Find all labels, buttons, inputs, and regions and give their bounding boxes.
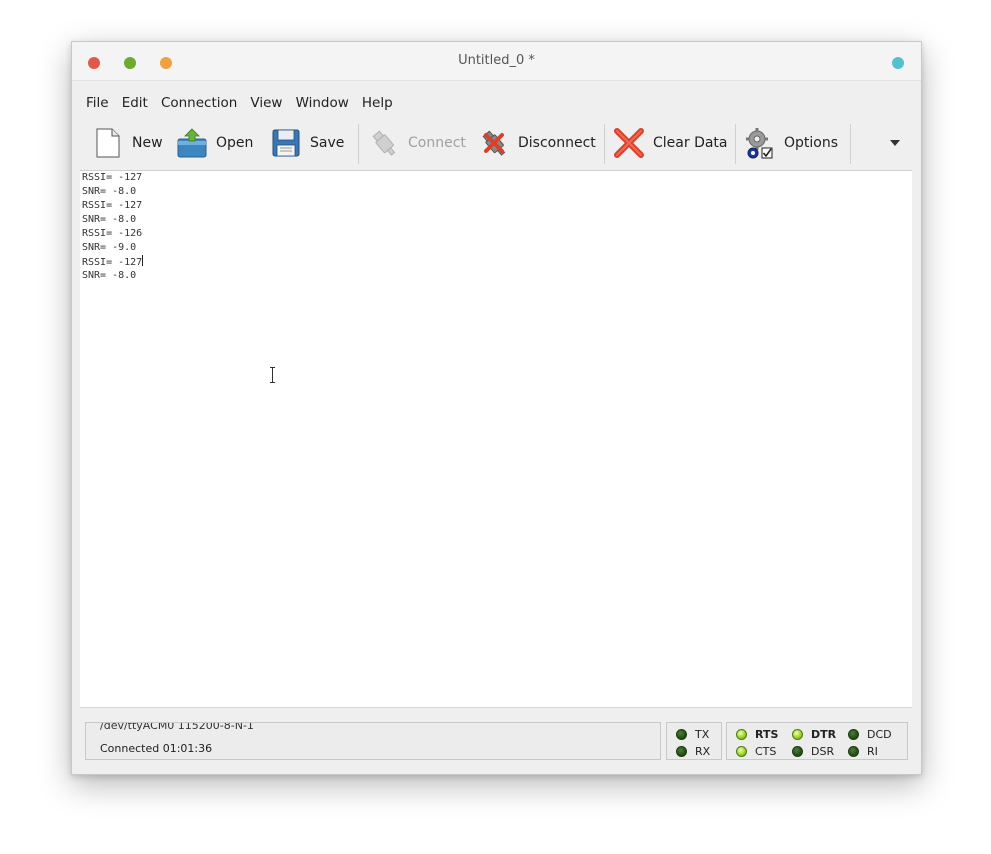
- open-button[interactable]: Open: [176, 123, 253, 163]
- open-button-label: Open: [216, 135, 254, 151]
- port-settings-text: /dev/ttyACM0 115200-8-N-1: [100, 722, 254, 732]
- connect-button[interactable]: Connect: [368, 123, 466, 163]
- ri-label: RI: [867, 744, 878, 758]
- save-button[interactable]: Save: [270, 123, 344, 163]
- dcd-label: DCD: [867, 727, 892, 741]
- rts-label: RTS: [755, 727, 779, 741]
- save-button-label: Save: [310, 135, 345, 151]
- dtr-led-icon: [792, 728, 803, 740]
- new-button-label: New: [132, 135, 163, 151]
- terminal-line: SNR= -8.0: [82, 214, 137, 225]
- rx-indicator: RX: [676, 744, 710, 758]
- clear-x-icon: [613, 127, 645, 159]
- terminal-output[interactable]: RSSI= -127 SNR= -8.0 RSSI= -127 SNR= -8.0 RS…: [80, 170, 912, 708]
- dcd-led-icon: [848, 728, 859, 740]
- rx-label: RX: [695, 744, 711, 758]
- floppy-disk-icon: [270, 127, 302, 159]
- cts-led-icon: [736, 745, 747, 757]
- usb-plug-icon: [368, 127, 400, 159]
- new-button[interactable]: New: [92, 123, 163, 163]
- toolbar: New Open Save Connect Disconnect Clear D…: [80, 118, 912, 168]
- terminal-line: SNR= -8.0: [82, 270, 137, 281]
- terminal-line: RSSI= -127: [82, 255, 144, 268]
- dsr-indicator: DSR: [792, 744, 834, 758]
- tx-led-icon: [676, 728, 687, 740]
- toolbar-overflow-chevron-down-icon[interactable]: [890, 140, 900, 146]
- clear-data-button[interactable]: Clear Data: [613, 123, 728, 163]
- terminal-line: RSSI= -126: [82, 228, 143, 239]
- window-title: Untitled_0 *: [458, 53, 535, 68]
- new-document-icon: [92, 127, 124, 159]
- terminal-line: RSSI= -127: [82, 200, 143, 211]
- rts-indicator[interactable]: RTS: [736, 727, 778, 741]
- terminal-line: SNR= -9.0: [82, 242, 137, 253]
- menu-connection[interactable]: Connection: [155, 90, 237, 111]
- toolbar-separator: [358, 124, 359, 164]
- settings-gears-icon: [744, 127, 776, 159]
- toolbar-separator: [735, 124, 736, 164]
- cts-indicator: CTS: [736, 744, 776, 758]
- window-extra-button[interactable]: [892, 57, 904, 69]
- dsr-led-icon: [792, 745, 803, 757]
- connect-button-label: Connect: [408, 135, 466, 151]
- clear-data-button-label: Clear Data: [653, 135, 728, 151]
- disconnect-button[interactable]: Disconnect: [478, 123, 596, 163]
- terminal-line: RSSI= -127: [82, 172, 143, 183]
- menu-view[interactable]: View: [244, 90, 282, 111]
- app-window: Untitled_0 * File Edit Connection View W…: [71, 41, 922, 775]
- ri-indicator: RI: [848, 744, 878, 758]
- menu-edit[interactable]: Edit: [116, 90, 148, 111]
- rts-led-icon: [736, 728, 747, 740]
- options-button-label: Options: [784, 135, 839, 151]
- disconnect-button-label: Disconnect: [518, 135, 596, 151]
- toolbar-separator: [604, 124, 605, 164]
- menu-window[interactable]: Window: [290, 90, 349, 111]
- dcd-indicator: DCD: [848, 727, 892, 741]
- menu-file[interactable]: File: [80, 90, 109, 111]
- text-caret: [142, 255, 144, 266]
- title-bar[interactable]: Untitled_0 *: [72, 42, 921, 81]
- dtr-indicator[interactable]: DTR: [792, 727, 836, 741]
- dsr-label: DSR: [811, 744, 835, 758]
- connection-info-panel: /dev/ttyACM0 115200-8-N-1 Connected 01:0…: [85, 722, 661, 760]
- line-status-led-panel: RTS CTS DTR DSR DCD RI: [726, 722, 908, 760]
- status-bar: /dev/ttyACM0 115200-8-N-1 Connected 01:0…: [80, 712, 912, 762]
- disconnect-plug-icon: [478, 127, 510, 159]
- dtr-label: DTR: [811, 727, 837, 741]
- tx-indicator: TX: [676, 727, 709, 741]
- cts-label: CTS: [755, 744, 777, 758]
- txrx-led-panel: TX RX: [666, 722, 722, 760]
- menu-help[interactable]: Help: [356, 90, 393, 111]
- tx-label: TX: [695, 727, 710, 741]
- text-cursor-icon: [270, 367, 275, 383]
- terminal-line: SNR= -8.0: [82, 186, 137, 197]
- terminal-lines: RSSI= -127 SNR= -8.0 RSSI= -127 SNR= -8.0 RS…: [80, 171, 912, 283]
- connection-time-text: Connected 01:01:36: [100, 742, 213, 755]
- options-button[interactable]: Options: [744, 123, 838, 163]
- ri-led-icon: [848, 745, 859, 757]
- open-folder-icon: [176, 127, 208, 159]
- rx-led-icon: [676, 745, 687, 757]
- toolbar-separator: [850, 124, 851, 164]
- menu-bar: File Edit Connection View Window Help: [80, 90, 912, 116]
